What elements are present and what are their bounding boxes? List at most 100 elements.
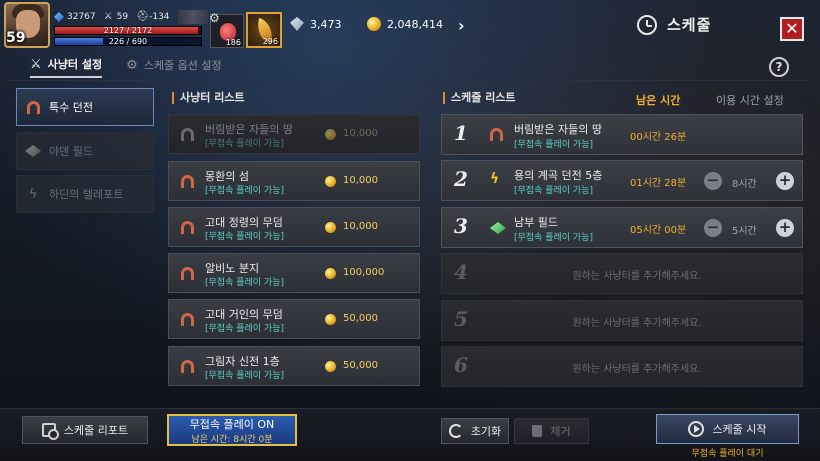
- start-schedule-button[interactable]: 스케줄 시작: [656, 414, 799, 444]
- remove-label: 제거: [550, 425, 571, 438]
- category-hardin-teleport[interactable]: ϟ 하딘의 텔레포트: [16, 175, 154, 213]
- usage-hours: 5시간: [732, 226, 757, 237]
- hunting-list-header: 사냥터 리스트: [172, 92, 245, 104]
- tab-hunting-settings[interactable]: ⚔ 사냥터 설정: [30, 56, 103, 78]
- increase-hours-button[interactable]: +: [776, 172, 794, 190]
- schedule-number: 3: [454, 214, 468, 238]
- schedule-entry[interactable]: 2 ϟ 용의 계곡 던전 5층 [무접속 플레이 가능] 01시간 28분 −8시간 +: [441, 160, 803, 201]
- top-bar: 59 32767 ⚔ 59 ⛑ -134 2127 / 2172 226 / 6…: [0, 0, 820, 52]
- hunting-list-item[interactable]: 고대 정령의 무덤 [무접속 플레이 가능] 10,000: [168, 207, 420, 247]
- crossed-swords-icon: ⚔: [30, 56, 42, 72]
- hp-text: 2127 / 2172: [103, 26, 153, 35]
- empty-slot-hint: 원하는 사냥터를 추가해주세요.: [572, 364, 702, 375]
- schedule-list-header: 스케줄 리스트: [443, 92, 516, 104]
- usage-time-header: 이용 시간 설정: [716, 94, 784, 107]
- hunting-item-name: 고대 정령의 무덤: [205, 216, 283, 229]
- report-icon: [41, 423, 59, 440]
- offline-remaining-label: 남은 시간: 8시간 0분: [191, 434, 273, 445]
- play-icon: [688, 421, 705, 437]
- schedule-report-label: 스케줄 리포트: [63, 424, 129, 437]
- hunting-item-note: [무접속 플레이 가능]: [205, 186, 284, 196]
- defense-stat: ⛑ -134: [136, 12, 170, 23]
- hunting-item-price: 50,000: [343, 313, 378, 324]
- offline-play-button[interactable]: 무접속 플레이 ON 남은 시간: 8시간 0분: [167, 414, 297, 446]
- page-title: 스케줄: [667, 16, 712, 34]
- stats-row: 32767 ⚔ 59 ⛑ -134: [54, 10, 208, 24]
- arch-icon: [25, 99, 41, 115]
- category-label: 하딘의 텔레포트: [49, 188, 124, 201]
- hunting-item-name: 알비노 분지: [205, 262, 260, 275]
- close-button[interactable]: ✕: [780, 17, 804, 41]
- gear-icon: ⚙: [126, 57, 138, 73]
- arch-icon: [490, 128, 503, 144]
- gold-icon: [325, 361, 336, 372]
- hunting-item-name: 버림받은 자들의 땅: [205, 123, 293, 136]
- increase-hours-button[interactable]: +: [776, 219, 794, 237]
- title-area: 스케줄: [637, 14, 711, 35]
- power-value: 32767: [67, 12, 96, 22]
- hunting-list-item[interactable]: 알비노 분지 [무접속 플레이 가능] 100,000: [168, 253, 420, 293]
- hunting-list-item: 버림받은 자들의 땅 [무접속 플레이 가능] 10,000: [168, 114, 420, 154]
- potion-slot[interactable]: ⚙ 186: [209, 11, 244, 48]
- usage-hours: 8시간: [732, 179, 757, 190]
- category-special-dungeon[interactable]: 특수 던전: [16, 88, 154, 126]
- help-button[interactable]: ?: [769, 57, 789, 77]
- gold-icon: [325, 314, 336, 325]
- defense-value: -134: [149, 12, 170, 22]
- bolt-icon: ϟ: [490, 171, 500, 187]
- schedule-entry[interactable]: 1 버림받은 자들의 땅 [무접속 플레이 가능] 00시간 26분: [441, 114, 803, 155]
- gold-icon: [325, 268, 336, 279]
- clock-icon: [637, 14, 657, 35]
- hunting-item-price: 50,000: [343, 360, 378, 371]
- tab-schedule-options-label: 스케줄 옵션 설정: [143, 59, 222, 72]
- schedule-empty-slot[interactable]: 6 원하는 사냥터를 추가해주세요.: [441, 346, 803, 387]
- schedule-number: 2: [454, 167, 468, 191]
- diamond-value: 3,473: [310, 17, 342, 31]
- gold-value: 2,048,414: [387, 17, 443, 31]
- category-aden-field[interactable]: 야덴 필드: [16, 132, 154, 170]
- remaining-time: 05시간 00분: [630, 225, 687, 236]
- schedule-entry[interactable]: 3 남부 필드 [무접속 플레이 가능] 05시간 00분 −5시간 +: [441, 207, 803, 248]
- hunting-list-item[interactable]: 몽환의 섬 [무접속 플레이 가능] 10,000: [168, 161, 420, 201]
- decrease-hours-button[interactable]: −: [704, 219, 722, 237]
- chevron-right-icon[interactable]: ›: [458, 16, 465, 35]
- decrease-hours-button[interactable]: −: [704, 172, 722, 190]
- arch-icon: [181, 267, 194, 280]
- hunting-item-note: [무접속 플레이 가능]: [205, 278, 284, 288]
- power-icon: [54, 12, 64, 22]
- hunting-item-price: 10,000: [343, 128, 378, 139]
- schedule-empty-slot[interactable]: 5 원하는 사냥터를 추가해주세요.: [441, 300, 803, 341]
- gold-icon: [325, 176, 336, 187]
- remaining-time-header: 남은 시간: [636, 94, 681, 107]
- power-stat: 32767: [54, 12, 96, 22]
- hunting-item-note: [무접속 플레이 가능]: [205, 324, 284, 334]
- field-icon: [25, 143, 41, 159]
- diamond-icon: [290, 17, 304, 31]
- attack-stat: ⚔ 59: [103, 11, 129, 23]
- start-status-text: 무접속 플레이 대기: [691, 449, 764, 459]
- hunting-list-item[interactable]: 고대 거인의 무덤 [무접속 플레이 가능] 50,000: [168, 299, 420, 339]
- empty-slot-hint: 원하는 사냥터를 추가해주세요.: [572, 271, 702, 282]
- field-icon: [490, 222, 506, 237]
- trash-icon: [532, 425, 543, 437]
- attack-value: 59: [116, 12, 129, 22]
- hp-bar: 2127 / 2172: [54, 26, 202, 35]
- gold-currency: 2,048,414: [367, 17, 443, 31]
- gold-icon: [325, 129, 336, 140]
- offline-play-label: 무접속 플레이 ON: [189, 417, 275, 431]
- schedule-empty-slot[interactable]: 4 원하는 사냥터를 추가해주세요.: [441, 253, 803, 294]
- hunting-list-item[interactable]: 그림자 신전 1층 [무접속 플레이 가능] 50,000: [168, 346, 420, 386]
- schedule-entry-name: 남부 필드: [514, 216, 558, 229]
- tab-schedule-options[interactable]: ⚙ 스케줄 옵션 설정: [126, 56, 222, 78]
- gold-icon: [325, 222, 336, 233]
- schedule-entry-name: 버림받은 자들의 땅: [514, 123, 602, 136]
- remove-button[interactable]: 제거: [514, 418, 589, 444]
- schedule-report-button[interactable]: 스케줄 리포트: [22, 416, 148, 444]
- reset-button[interactable]: 초기화: [441, 418, 509, 444]
- sword-icon: ⚔: [103, 11, 113, 22]
- divider: [10, 80, 810, 81]
- gear-icon[interactable]: ⚙: [209, 11, 220, 25]
- hunting-item-name: 그림자 신전 1층: [205, 355, 280, 368]
- feather-slot[interactable]: 296: [246, 12, 282, 48]
- arch-icon: [181, 360, 194, 373]
